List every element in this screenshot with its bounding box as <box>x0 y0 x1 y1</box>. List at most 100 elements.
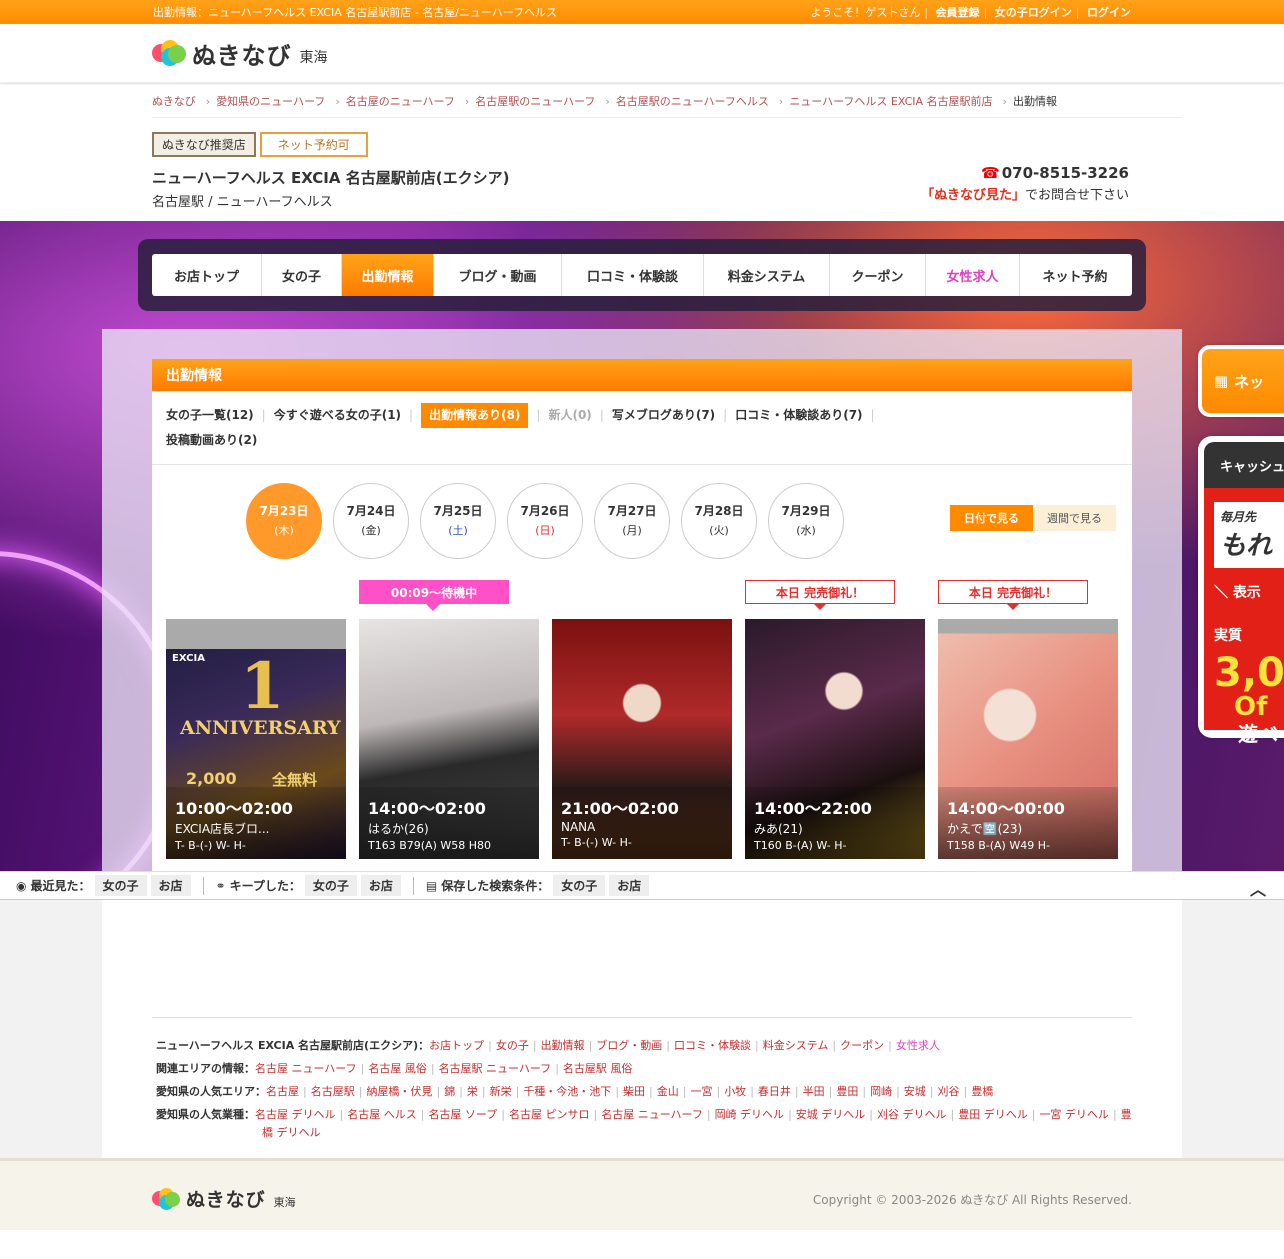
breadcrumb-item[interactable]: ニューハーフヘルス EXCIA 名古屋駅前店 <box>789 95 992 108</box>
nav-item[interactable]: お店トップ <box>152 254 262 296</box>
related-link[interactable]: 新栄 <box>490 1085 512 1098</box>
related-link[interactable]: 名古屋駅 <box>311 1085 355 1098</box>
breadcrumb-item[interactable]: 名古屋駅のニューハーフヘルス <box>616 95 769 108</box>
related-link[interactable]: 半田 <box>803 1085 825 1098</box>
related-link[interactable]: 名古屋 風俗 <box>368 1062 427 1075</box>
girl-name[interactable]: かえで🈳(23) <box>947 820 1109 837</box>
related-link[interactable]: 安城 <box>904 1085 926 1098</box>
related-link[interactable]: 名古屋 ニューハーフ <box>255 1062 357 1075</box>
filter-tab[interactable]: 口コミ・体験談あり(7) <box>735 403 862 428</box>
breadcrumb-item[interactable]: 名古屋のニューハーフ <box>346 95 455 108</box>
related-link[interactable]: 岡崎 デリヘル <box>715 1108 785 1121</box>
related-link[interactable]: 千種・今池・池下 <box>523 1085 611 1098</box>
register-link[interactable]: 会員登録 <box>936 6 980 19</box>
related-link[interactable]: 安城 デリヘル <box>796 1108 866 1121</box>
recent-shop-button[interactable]: お店 <box>150 875 191 896</box>
related-link[interactable]: お店トップ <box>429 1039 484 1052</box>
girl-card[interactable]: EXCIA 1 ANNIVERSARY 2,000 全無料 10:00〜02:00 EXCI… <box>166 619 346 859</box>
girl-card[interactable]: 14:00〜00:00 かえで🈳(23) T158 B-(A) W49 H- <box>938 619 1118 859</box>
related-link[interactable]: 豊橋 <box>971 1085 993 1098</box>
side-cashback-banner[interactable]: キャッシュ 毎月先 もれ ＼ 表示 実質3,0 Of 遊べ <box>1198 436 1284 746</box>
related-link[interactable]: 名古屋 ヘルス <box>347 1108 417 1121</box>
related-link[interactable]: 春日井 <box>758 1085 791 1098</box>
nav-item[interactable]: ネット予約 <box>1020 254 1130 296</box>
related-link[interactable]: 豊田 <box>836 1085 858 1098</box>
saved-shop-button[interactable]: お店 <box>609 875 650 896</box>
related-link[interactable]: 名古屋 ソープ <box>428 1108 497 1121</box>
girl-card[interactable]: 14:00〜22:00 みあ(21) T160 B-(A) W- H- <box>745 619 925 859</box>
related-link[interactable]: クーポン <box>840 1039 884 1052</box>
filter-tab[interactable]: 写メブログあり(7) <box>612 403 715 428</box>
link-row-label: 関連エリアの情報： <box>156 1062 255 1075</box>
related-link[interactable]: 女性求人 <box>896 1039 940 1052</box>
view-by-date-button[interactable]: 日付で見る <box>950 505 1033 531</box>
kept-shop-button[interactable]: お店 <box>360 875 401 896</box>
date-button[interactable]: 7月27日 (月) <box>594 483 670 559</box>
filter-tab[interactable]: 出勤情報あり(8) <box>421 403 529 428</box>
date-button[interactable]: 7月28日 (火) <box>681 483 757 559</box>
breadcrumb-item[interactable]: ぬきなび <box>152 95 196 108</box>
related-link[interactable]: ブログ・動画 <box>596 1039 662 1052</box>
filter-tab[interactable]: 投稿動画あり(2) <box>166 428 257 453</box>
related-link[interactable]: 名古屋駅 風俗 <box>563 1062 633 1075</box>
chevron-up-icon[interactable]: ︿ <box>1250 876 1266 900</box>
schedule-box: 出勤情報 女の子一覧(12) | 今すぐ遊べる女の子(1) | 出勤情報あり(8) | 新人… <box>152 359 1132 871</box>
nav-item[interactable]: 女の子 <box>262 254 342 296</box>
related-link[interactable]: 一宮 <box>690 1085 712 1098</box>
related-link[interactable]: 納屋橋・伏見 <box>366 1085 432 1098</box>
breadcrumb-item[interactable]: 名古屋駅のニューハーフ <box>475 95 595 108</box>
related-link[interactable]: 一宮 デリヘル <box>1039 1108 1109 1121</box>
nav-item[interactable]: 女性求人 <box>926 254 1020 296</box>
related-link[interactable]: 刈谷 デリヘル <box>877 1108 947 1121</box>
related-link[interactable]: 刈谷 <box>938 1085 960 1098</box>
girl-card[interactable]: 14:00〜02:00 はるか(26) T163 B79(A) W58 H80 <box>359 619 539 859</box>
recent-girl-button[interactable]: 女の子 <box>94 875 147 896</box>
girl-name[interactable]: NANA <box>561 820 723 834</box>
girl-name[interactable]: EXCIA店長ブロ... <box>175 820 337 837</box>
filter-tab[interactable]: 今すぐ遊べる女の子(1) <box>274 403 401 428</box>
related-link[interactable]: 口コミ・体験談 <box>674 1039 751 1052</box>
girl-name[interactable]: みあ(21) <box>754 820 916 837</box>
footer-logo-region: 東海 <box>273 1196 296 1209</box>
date-button[interactable]: 7月25日 (土) <box>420 483 496 559</box>
related-link[interactable]: 豊田 デリヘル <box>958 1108 1028 1121</box>
related-link[interactable]: 料金システム <box>763 1039 829 1052</box>
girl-login-link[interactable]: 女の子ログイン <box>995 6 1072 19</box>
nav-item[interactable]: 口コミ・体験談 <box>562 254 704 296</box>
related-link[interactable]: 錦 <box>444 1085 455 1098</box>
related-link[interactable]: 女の子 <box>496 1039 529 1052</box>
nav-item[interactable]: クーポン <box>830 254 926 296</box>
view-by-week-button[interactable]: 週間で見る <box>1033 505 1116 531</box>
nav-item[interactable]: 料金システム <box>704 254 830 296</box>
shop-phone[interactable]: ☎ 070-8515-3226 「ぬきなび見た」でお問合せ下さい <box>921 164 1129 203</box>
filter-tab[interactable]: 女の子一覧(12) <box>166 403 254 428</box>
related-link[interactable]: 名古屋駅 ニューハーフ <box>439 1062 552 1075</box>
date-button[interactable]: 7月23日 (木) <box>246 483 322 559</box>
related-link[interactable]: 栄 <box>467 1085 478 1098</box>
filter-tab[interactable]: 新人(0) <box>548 403 591 428</box>
related-link[interactable]: 小牧 <box>724 1085 746 1098</box>
related-link[interactable]: 名古屋 ピンサロ <box>509 1108 590 1121</box>
related-link[interactable]: 名古屋 <box>266 1085 299 1098</box>
site-logo[interactable]: ぬきなび 東海 <box>152 36 328 71</box>
related-link[interactable]: 名古屋 デリヘル <box>255 1108 336 1121</box>
nav-item[interactable]: ブログ・動画 <box>434 254 562 296</box>
related-link[interactable]: 名古屋 ニューハーフ <box>601 1108 703 1121</box>
date-day: (火) <box>709 524 729 537</box>
girl-name[interactable]: はるか(26) <box>368 820 530 837</box>
related-link[interactable]: 出勤情報 <box>541 1039 585 1052</box>
related-link[interactable]: 柴田 <box>623 1085 645 1098</box>
related-link[interactable]: 金山 <box>657 1085 679 1098</box>
kept-girl-button[interactable]: 女の子 <box>304 875 357 896</box>
saved-girl-button[interactable]: 女の子 <box>553 875 606 896</box>
login-link[interactable]: ログイン <box>1087 6 1131 19</box>
side-reserve-tab[interactable]: ▦ ネッ <box>1198 345 1284 417</box>
date-button[interactable]: 7月26日 (日) <box>507 483 583 559</box>
date-button[interactable]: 7月29日 (水) <box>768 483 844 559</box>
related-link[interactable]: 岡崎 <box>870 1085 892 1098</box>
nav-item[interactable]: 出勤情報 <box>342 254 434 296</box>
girl-card[interactable]: 21:00〜02:00 NANA T- B-(-) W- H- <box>552 619 732 859</box>
date-button[interactable]: 7月24日 (金) <box>333 483 409 559</box>
breadcrumb-item[interactable]: 愛知県のニューハーフ <box>216 95 325 108</box>
footer-logo[interactable]: ぬきなび 東海 <box>152 1185 296 1212</box>
